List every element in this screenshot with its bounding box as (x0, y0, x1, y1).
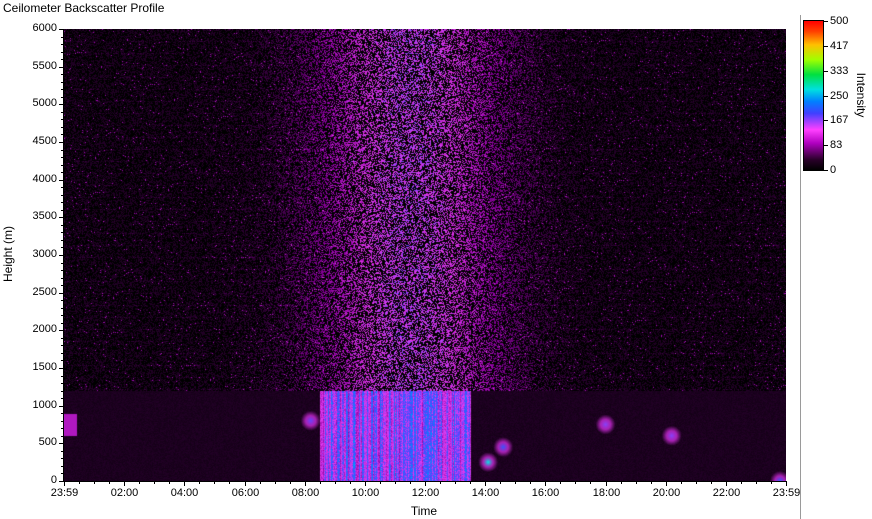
x-tick-label: 04:00 (170, 487, 199, 499)
y-tick-label: 500 (38, 435, 57, 448)
x-tick-label: 22:00 (712, 487, 741, 499)
colorbar-tick-label: 500 (830, 14, 849, 27)
colorbar-tick-label: 0 (830, 163, 837, 176)
y-tick-label: 3500 (32, 209, 57, 222)
x-tick-label: 16:00 (531, 487, 560, 499)
y-tick-label: 2000 (32, 322, 57, 335)
x-tick-label: 02:00 (110, 487, 139, 499)
colorbar-tick-label: 250 (830, 89, 849, 102)
x-tick-label: 23:59 (772, 487, 801, 499)
y-tick-label: 2500 (32, 285, 57, 298)
colorbar-tick-label: 83 (830, 138, 843, 151)
axes-layer (59, 21, 828, 486)
y-axis-label: Height (m) (1, 225, 15, 283)
y-tick-label: 4000 (32, 172, 57, 185)
colorbar-tick-label: 417 (830, 39, 849, 52)
y-tick-label: 6000 (32, 21, 57, 34)
y-tick-label: 4500 (32, 134, 57, 147)
y-tick-label: 5500 (32, 59, 57, 72)
chart-window: Ceilometer Backscatter Profile 0 500 1000 1… (0, 0, 872, 519)
colorbar-label: Intensity (854, 72, 868, 118)
y-tick-label: 1500 (32, 360, 57, 373)
x-tick-label: 12:00 (411, 487, 440, 499)
x-tick-label: 23:59 (50, 487, 79, 499)
x-tick-label: 20:00 (652, 487, 681, 499)
x-tick-label: 06:00 (231, 487, 260, 499)
colorbar-tick-label: 167 (830, 113, 849, 126)
x-tick-label: 14:00 (471, 487, 500, 499)
panel-divider (800, 15, 801, 519)
y-tick-label: 0 (50, 473, 57, 486)
colorbar-tick-label: 333 (830, 64, 849, 77)
y-tick-label: 5000 (32, 96, 57, 109)
y-tick-label: 3000 (32, 247, 57, 260)
x-tick-label: 10:00 (351, 487, 380, 499)
y-tick-label: 1000 (32, 398, 57, 411)
x-axis-label: Time (410, 504, 438, 518)
colorbar (803, 20, 824, 171)
x-tick-label: 08:00 (291, 487, 320, 499)
x-tick-label: 18:00 (592, 487, 621, 499)
